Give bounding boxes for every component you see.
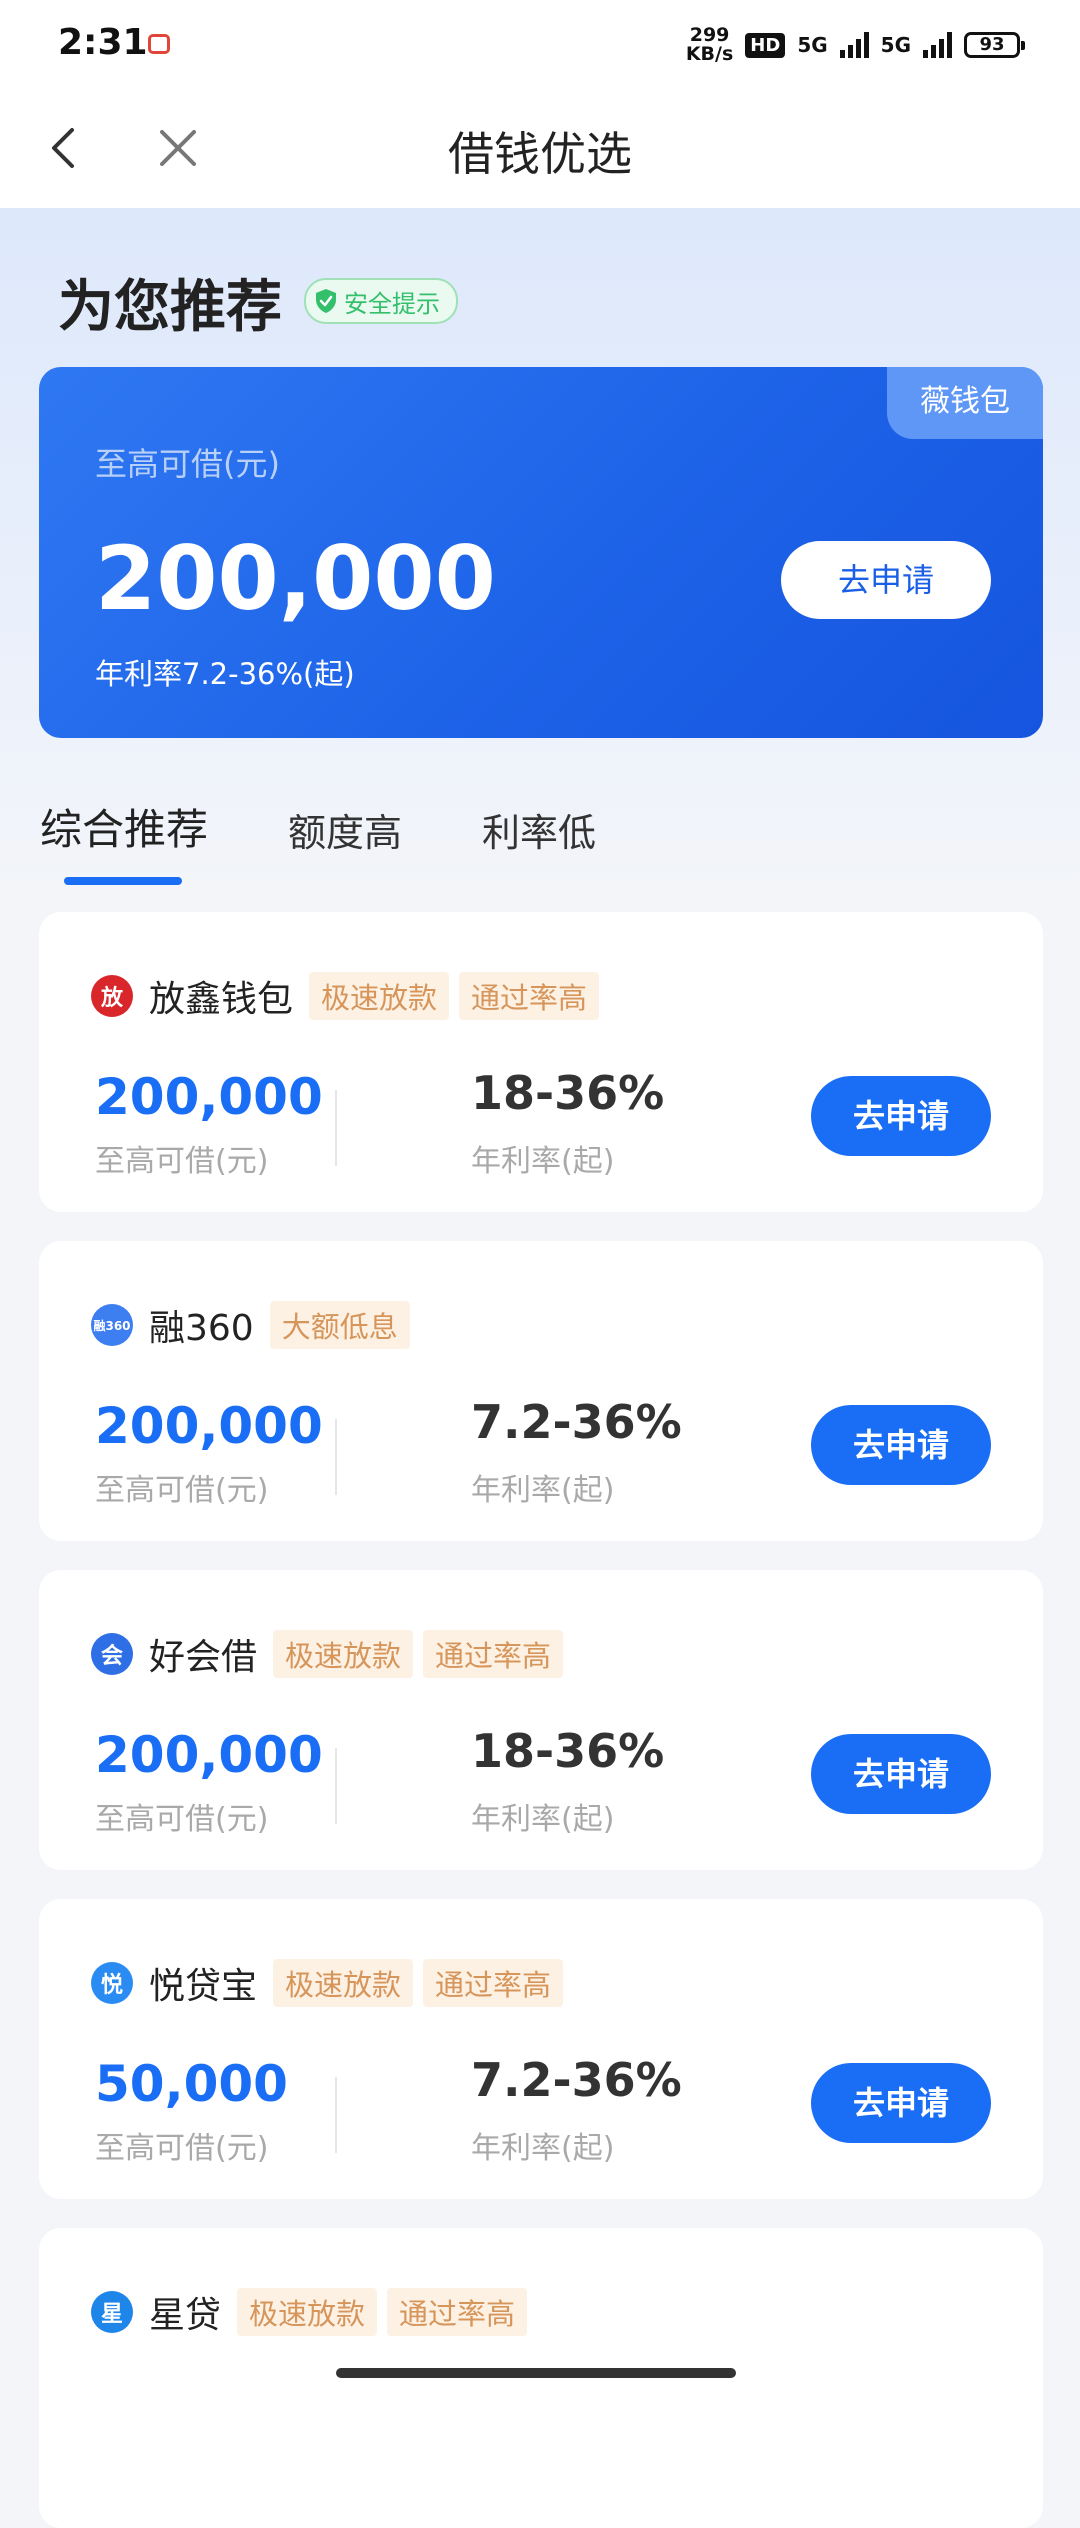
feature-badge: 通过率高 xyxy=(459,972,600,1020)
max-amount-label: 至高可借(元) xyxy=(95,2131,269,2166)
filter-tabs: 综合推荐 额度高 利率低 xyxy=(40,796,596,885)
apply-button[interactable]: 去申请 xyxy=(811,1076,991,1156)
annual-rate-label: 年利率(起) xyxy=(471,1802,615,1837)
provider-name: 融360 xyxy=(149,1308,254,1349)
signal-icon-2 xyxy=(923,32,952,58)
banner-subtitle: 至高可借(元) xyxy=(95,445,280,483)
safety-tip-label: 安全提示 xyxy=(344,289,440,318)
loan-card-header: 会好会借 极速放款 通过率高 xyxy=(91,1628,564,1680)
apply-button[interactable]: 去申请 xyxy=(811,1734,991,1814)
loan-card[interactable]: 悦悦贷宝 极速放款 通过率高 50,000 至高可借(元) 7.2-36% 年利率(起) 去申… xyxy=(39,1899,1043,2199)
tab-comprehensive[interactable]: 综合推荐 xyxy=(40,796,208,885)
featured-loan-banner[interactable]: 薇钱包 至高可借(元) 200,000 年利率7.2-36%(起) 去申请 xyxy=(39,367,1043,738)
loan-card[interactable]: 会好会借 极速放款 通过率高 200,000 至高可借(元) 18-36% 年利率(起) 去申… xyxy=(39,1570,1043,1870)
battery-icon: 93 xyxy=(964,32,1025,58)
feature-badge: 极速放款 xyxy=(309,972,450,1020)
max-amount-label: 至高可借(元) xyxy=(95,1473,269,1508)
feature-badge: 通过率高 xyxy=(387,2288,528,2336)
annual-rate-label: 年利率(起) xyxy=(471,1144,615,1179)
max-amount: 200,000 xyxy=(95,1068,323,1126)
loan-card-header: 融360 融360 大额低息 xyxy=(91,1299,410,1351)
recommend-heading: 为您推荐 xyxy=(58,275,282,340)
feature-badge: 通过率高 xyxy=(423,1959,564,2007)
annual-rate: 18-36% xyxy=(471,1066,665,1120)
loan-card-header: 星星贷 极速放款 通过率高 xyxy=(91,2286,528,2338)
signal-icon xyxy=(839,32,869,58)
max-amount-label: 至高可借(元) xyxy=(95,1802,269,1837)
provider-logo-icon: 会 xyxy=(91,1633,133,1675)
banner-apply-button[interactable]: 去申请 xyxy=(781,541,991,619)
divider xyxy=(335,1090,337,1166)
loan-card[interactable]: 星星贷 极速放款 通过率高 xyxy=(39,2228,1043,2528)
home-indicator[interactable] xyxy=(336,2368,736,2378)
loan-card[interactable]: 放放鑫钱包 极速放款 通过率高 200,000 至高可借(元) 18-36% 年利率(起) 去… xyxy=(39,912,1043,1212)
network-type-1: 5G xyxy=(797,33,828,57)
status-time: 2:31 xyxy=(58,22,148,63)
max-amount: 200,000 xyxy=(95,1397,323,1455)
annual-rate-label: 年利率(起) xyxy=(471,2131,615,2166)
status-indicators: 299 KB/s HD 5G 5G 93 xyxy=(686,26,1025,64)
tab-high-limit[interactable]: 额度高 xyxy=(288,802,402,857)
nav-bar: 借钱优选 xyxy=(0,90,1080,208)
safety-tip-button[interactable]: 安全提示 xyxy=(304,278,458,324)
loan-card-header: 悦悦贷宝 极速放款 通过率高 xyxy=(91,1957,564,2009)
divider xyxy=(335,2077,337,2153)
loan-card[interactable]: 融360 融360 大额低息 200,000 至高可借(元) 7.2-36% 年利率(起) 去… xyxy=(39,1241,1043,1541)
provider-logo-icon: 星 xyxy=(91,2291,133,2333)
feature-badge: 极速放款 xyxy=(273,1630,414,1678)
banner-rate: 年利率7.2-36%(起) xyxy=(95,657,355,691)
provider-logo-icon: 悦 xyxy=(91,1962,133,2004)
max-amount-label: 至高可借(元) xyxy=(95,1144,269,1179)
feature-badge: 通过率高 xyxy=(423,1630,564,1678)
tab-low-rate[interactable]: 利率低 xyxy=(482,802,596,857)
hd-icon: HD xyxy=(745,32,786,58)
feature-badge: 极速放款 xyxy=(273,1959,414,2007)
feature-badge: 极速放款 xyxy=(237,2288,378,2336)
annual-rate-label: 年利率(起) xyxy=(471,1473,615,1508)
provider-name: 好会借 xyxy=(149,1637,258,1678)
divider xyxy=(335,1748,337,1824)
apply-button[interactable]: 去申请 xyxy=(811,2063,991,2143)
network-speed: 299 KB/s xyxy=(686,26,733,64)
feature-badge: 大额低息 xyxy=(269,1301,410,1349)
status-bar: 2:31 299 KB/s HD 5G 5G 93 xyxy=(0,0,1080,90)
network-speed-unit: KB/s xyxy=(685,43,734,65)
annual-rate: 18-36% xyxy=(471,1724,665,1778)
provider-logo-icon: 融360 xyxy=(91,1304,133,1346)
loan-card-header: 放放鑫钱包 极速放款 通过率高 xyxy=(91,970,600,1022)
apply-button[interactable]: 去申请 xyxy=(811,1405,991,1485)
provider-name: 星贷 xyxy=(149,2295,222,2336)
provider-name: 悦贷宝 xyxy=(149,1966,258,2007)
banner-amount: 200,000 xyxy=(95,527,496,630)
network-type-2: 5G xyxy=(880,33,911,57)
shield-check-icon xyxy=(316,289,336,313)
annual-rate: 7.2-36% xyxy=(471,2053,682,2107)
page-title: 借钱优选 xyxy=(448,127,632,181)
provider-name: 放鑫钱包 xyxy=(149,979,294,1020)
max-amount: 200,000 xyxy=(95,1726,323,1784)
divider xyxy=(335,1419,337,1495)
notification-icon xyxy=(148,34,170,54)
annual-rate: 7.2-36% xyxy=(471,1395,682,1449)
provider-logo-icon: 放 xyxy=(91,975,133,1017)
max-amount: 50,000 xyxy=(95,2055,288,2113)
banner-provider-tag: 薇钱包 xyxy=(887,367,1043,439)
